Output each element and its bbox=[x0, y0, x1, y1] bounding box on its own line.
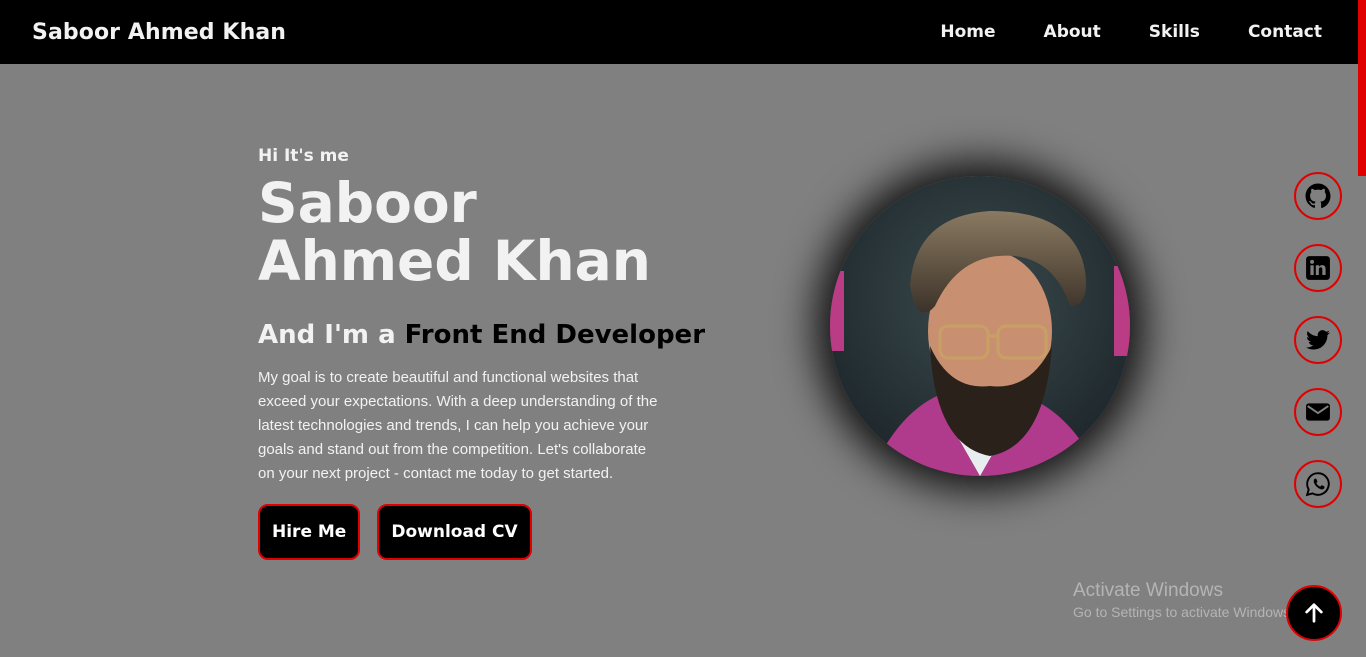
nav-link-about[interactable]: About bbox=[1044, 22, 1101, 42]
scrollbar-thumb[interactable] bbox=[1358, 0, 1366, 176]
scrollbar[interactable] bbox=[1358, 0, 1366, 657]
hero-section: Hi It's me Saboor Ahmed Khan And I'm a F… bbox=[258, 146, 728, 560]
twitter-button[interactable] bbox=[1294, 316, 1342, 364]
email-icon bbox=[1306, 403, 1330, 421]
role-highlight: Front End Developer bbox=[404, 320, 706, 350]
email-button[interactable] bbox=[1294, 388, 1342, 436]
hero-description: My goal is to create beautiful and funct… bbox=[258, 369, 658, 482]
brand-logo[interactable]: Saboor Ahmed Khan bbox=[32, 20, 286, 45]
nav-links: Home About Skills Contact bbox=[892, 22, 1322, 42]
nav-link-contact[interactable]: Contact bbox=[1248, 22, 1322, 42]
windows-activation-watermark: Activate Windows Go to Settings to activ… bbox=[1073, 580, 1294, 620]
navbar: Saboor Ahmed Khan Home About Skills Cont… bbox=[0, 0, 1358, 64]
greeting: Hi It's me bbox=[258, 146, 349, 166]
nav-link-home[interactable]: Home bbox=[940, 22, 995, 42]
hero-name: Saboor Ahmed Khan bbox=[258, 171, 651, 293]
hire-me-button[interactable]: Hire Me bbox=[258, 504, 361, 560]
watermark-title: Activate Windows bbox=[1073, 580, 1223, 601]
twitter-icon bbox=[1306, 330, 1330, 350]
back-to-top-button[interactable] bbox=[1286, 585, 1342, 641]
profile-photo-illustration bbox=[830, 176, 1130, 476]
linkedin-button[interactable] bbox=[1294, 244, 1342, 292]
watermark-subtitle: Go to Settings to activate Windows. bbox=[1073, 604, 1294, 620]
profile-photo bbox=[830, 176, 1130, 476]
nav-link-skills[interactable]: Skills bbox=[1149, 22, 1200, 42]
whatsapp-icon bbox=[1305, 472, 1330, 497]
hero-role: And I'm a Front End Developer bbox=[258, 320, 728, 350]
github-icon bbox=[1305, 183, 1331, 208]
role-prefix: And I'm a bbox=[258, 320, 405, 350]
social-links bbox=[1294, 172, 1342, 532]
linkedin-icon bbox=[1306, 256, 1330, 280]
github-button[interactable] bbox=[1294, 172, 1342, 220]
arrow-up-icon bbox=[1305, 603, 1323, 623]
whatsapp-button[interactable] bbox=[1294, 460, 1342, 508]
hero-buttons: Hire Me Download CV bbox=[258, 504, 728, 560]
download-cv-button[interactable]: Download CV bbox=[377, 504, 532, 560]
